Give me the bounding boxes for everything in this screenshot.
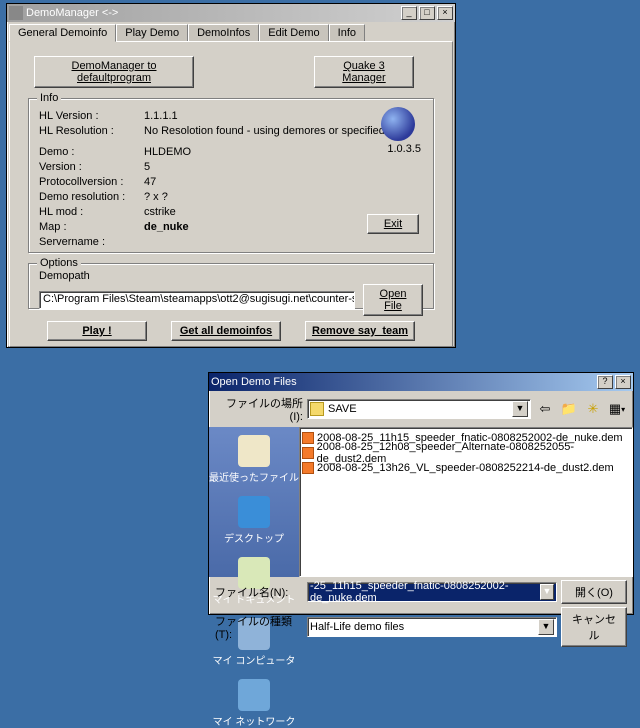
titlebar[interactable]: DemoManager <-> _ □ × xyxy=(7,4,455,22)
file-icon xyxy=(302,447,314,459)
lookin-value: SAVE xyxy=(328,403,357,415)
file-list[interactable]: 2008-08-25_11h15_speeder_fnatic-08082520… xyxy=(299,427,633,577)
label-protocol: Protocollversion : xyxy=(39,175,144,190)
label-hlversion: HL Version : xyxy=(39,109,144,124)
filetype-value: Half-Life demo files xyxy=(310,621,404,633)
tabstrip: General Demoinfo Play Demo DemoInfos Edi… xyxy=(9,24,453,41)
dialog-toolbar: ファイルの場所(I): SAVE ▼ ⇦ 📁 ✳ ▦▾ xyxy=(209,391,633,427)
label-demo: Demo : xyxy=(39,145,144,160)
label-hlres: HL Resolution : xyxy=(39,124,144,139)
quake3-manager-button[interactable]: Quake 3 Manager xyxy=(314,56,414,88)
open-demo-dialog: Open Demo Files ? × ファイルの場所(I): SAVE ▼ ⇦… xyxy=(208,372,634,615)
filename-value: -25_11h15_speeder_fnatic-0808252002-de_n… xyxy=(310,580,540,604)
window-title: DemoManager <-> xyxy=(26,7,399,19)
demomanager-window: DemoManager <-> _ □ × General Demoinfo P… xyxy=(6,3,456,348)
place-network[interactable]: マイ ネットワーク xyxy=(213,679,296,728)
value-version: 5 xyxy=(144,160,150,175)
value-hlres: No Resolotion found - using demores or s… xyxy=(144,124,403,139)
options-group: Options Demopath C:\Program Files\Steam\… xyxy=(28,263,434,309)
dm-version: 1.0.3.5 xyxy=(387,143,421,155)
value-mod: cstrike xyxy=(144,205,176,220)
tab-edit-demo[interactable]: Edit Demo xyxy=(259,24,328,41)
tab-info[interactable]: Info xyxy=(329,24,365,41)
info-legend: Info xyxy=(37,92,61,104)
filetype-combo[interactable]: Half-Life demo files ▼ xyxy=(307,617,557,637)
folder-icon xyxy=(310,402,324,416)
place-desktop[interactable]: デスクトップ xyxy=(224,496,284,545)
file-row[interactable]: 2008-08-25_13h26_VL_speeder-0808252214-d… xyxy=(302,460,630,475)
combo-arrow-icon[interactable]: ▼ xyxy=(540,584,554,600)
open-button[interactable]: 開く(O) xyxy=(561,580,627,604)
label-mod: HL mod : xyxy=(39,205,144,220)
file-row[interactable]: 2008-08-25_12h08_speeder_Alternate-08082… xyxy=(302,445,630,460)
demopath-label: Demopath xyxy=(39,270,423,282)
place-recent[interactable]: 最近使ったファイル xyxy=(209,435,299,484)
tab-body: DemoManager to defaultprogram Quake 3 Ma… xyxy=(9,41,453,347)
openfile-button[interactable]: Open File xyxy=(363,284,423,316)
value-map: de_nuke xyxy=(144,220,189,235)
minimize-button[interactable]: _ xyxy=(401,6,417,20)
close-button[interactable]: × xyxy=(437,6,453,20)
dialog-titlebar[interactable]: Open Demo Files ? × xyxy=(209,373,633,391)
places-bar: 最近使ったファイル デスクトップ マイ ドキュメント マイ コンピュータ マイ … xyxy=(209,427,299,577)
views-icon[interactable]: ▦▾ xyxy=(607,399,627,419)
filename-combo[interactable]: -25_11h15_speeder_fnatic-0808252002-de_n… xyxy=(307,582,557,602)
exit-button[interactable]: Exit xyxy=(367,214,419,234)
back-icon[interactable]: ⇦ xyxy=(535,399,555,419)
value-hlversion: 1.1.1.1 xyxy=(144,109,178,124)
filename-label: ファイル名(N): xyxy=(215,584,303,600)
defaultprogram-button[interactable]: DemoManager to defaultprogram xyxy=(34,56,194,88)
label-version: Version : xyxy=(39,160,144,175)
demopath-input[interactable]: C:\Program Files\Steam\steamapps\ott2@su… xyxy=(39,291,355,309)
label-map: Map : xyxy=(39,220,144,235)
dialog-title: Open Demo Files xyxy=(211,376,595,388)
label-servername: Servername : xyxy=(39,235,144,250)
info-group: Info 1.0.3.5 HL Version :1.1.1.1 HL Reso… xyxy=(28,98,434,253)
tab-general-demoinfo[interactable]: General Demoinfo xyxy=(9,24,116,42)
combo-arrow-icon[interactable]: ▼ xyxy=(538,619,554,635)
lookin-label: ファイルの場所(I): xyxy=(215,395,303,423)
value-protocol: 47 xyxy=(144,175,156,190)
file-icon xyxy=(302,462,314,474)
options-legend: Options xyxy=(37,257,81,269)
file-icon xyxy=(302,432,314,444)
play-button[interactable]: Play ! xyxy=(47,321,147,341)
new-folder-icon[interactable]: ✳ xyxy=(583,399,603,419)
value-demores: ? x ? xyxy=(144,190,168,205)
tab-play-demo[interactable]: Play Demo xyxy=(116,24,188,41)
value-demo: HLDEMO xyxy=(144,145,191,160)
lookin-combo[interactable]: SAVE ▼ xyxy=(307,399,531,419)
help-button[interactable]: ? xyxy=(597,375,613,389)
remove-sayteam-button[interactable]: Remove say_team xyxy=(305,321,415,341)
up-icon[interactable]: 📁 xyxy=(559,399,579,419)
dialog-close-button[interactable]: × xyxy=(615,375,631,389)
label-demores: Demo resolution : xyxy=(39,190,144,205)
cancel-button[interactable]: キャンセル xyxy=(561,607,627,647)
app-icon xyxy=(9,6,23,20)
combo-arrow-icon[interactable]: ▼ xyxy=(512,401,528,417)
maximize-button[interactable]: □ xyxy=(419,6,435,20)
get-all-demoinfos-button[interactable]: Get all demoinfos xyxy=(171,321,281,341)
filetype-label: ファイルの種類(T): xyxy=(215,613,303,641)
dm-logo-icon xyxy=(381,107,415,141)
tab-demoinfos[interactable]: DemoInfos xyxy=(188,24,259,41)
